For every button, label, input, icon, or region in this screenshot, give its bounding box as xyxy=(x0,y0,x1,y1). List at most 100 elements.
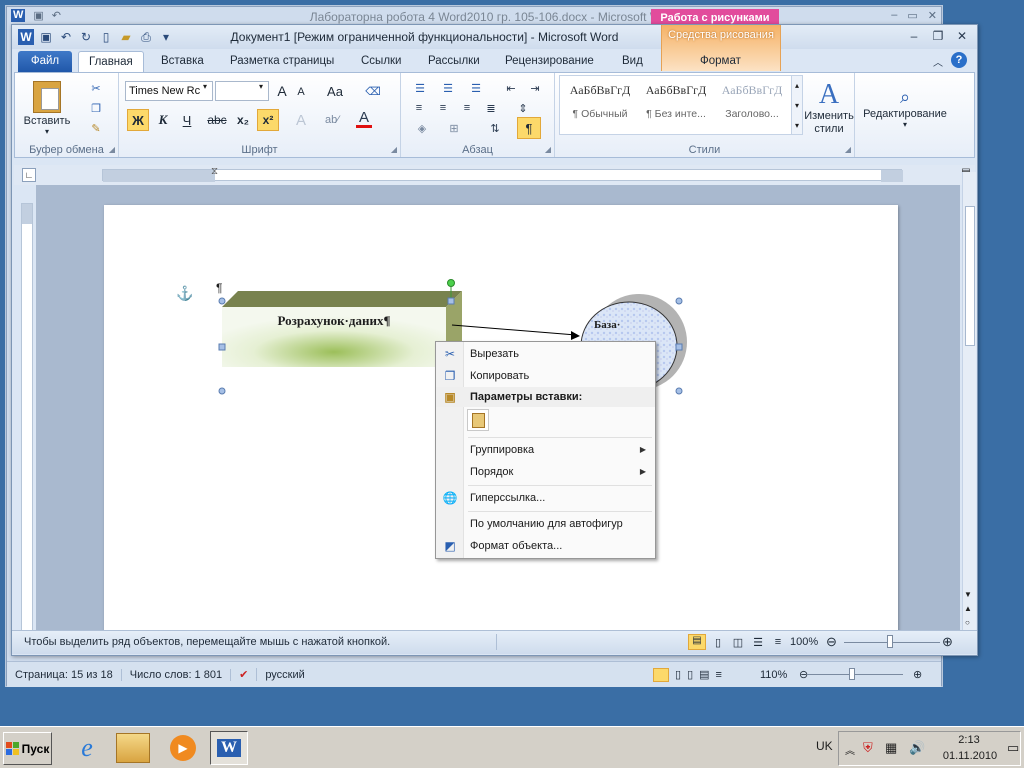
minimize-ribbon-icon[interactable]: ︿ xyxy=(933,54,943,69)
sort-icon[interactable]: ⇅ xyxy=(485,119,505,137)
subscript-button[interactable]: x₂ xyxy=(233,109,253,131)
zoom-in-icon[interactable]: ⊕ xyxy=(942,634,953,650)
menu-item-group[interactable]: Группировка ▶ xyxy=(436,440,655,460)
process-box-text[interactable]: Розрахунок·даних¶ xyxy=(222,313,446,329)
zoom-level[interactable]: 100% xyxy=(790,636,818,648)
connector-arrow[interactable] xyxy=(451,324,577,336)
style-heading[interactable]: АаБбВвГгД Заголово... xyxy=(715,77,789,131)
selection-handle[interactable] xyxy=(675,387,683,395)
menu-item-hyperlink[interactable]: 🌐 Гиперссылка... xyxy=(436,488,655,508)
style-normal[interactable]: АаБбВвГгД ¶ Обычный xyxy=(563,77,637,131)
tab-file[interactable]: Файл xyxy=(18,51,72,73)
tab-home[interactable]: Главная xyxy=(78,51,144,74)
word-taskbar-button[interactable]: W xyxy=(210,731,248,765)
font-name-box[interactable]: Times New Rc xyxy=(125,81,213,101)
vertical-ruler[interactable] xyxy=(21,203,33,635)
input-language[interactable]: UK xyxy=(816,739,833,753)
background-view-buttons[interactable]: ▯ ▯ ▤ ≡ xyxy=(653,667,722,682)
circle-text[interactable]: База· xyxy=(594,319,620,331)
scroll-down-icon[interactable]: ▼ xyxy=(964,590,972,599)
tab-view[interactable]: Вид xyxy=(612,51,653,73)
tab-page-layout[interactable]: Разметка страницы xyxy=(220,51,344,73)
dialog-launcher-icon[interactable]: ◢ xyxy=(109,145,115,154)
close-icon[interactable]: ✕ xyxy=(928,9,937,22)
background-zoom-level[interactable]: 110% xyxy=(752,669,795,681)
selection-handle[interactable] xyxy=(218,387,226,395)
format-painter-icon[interactable]: ✎ xyxy=(85,119,107,137)
start-button[interactable]: Пуск xyxy=(3,732,52,765)
explorer-folder-icon[interactable] xyxy=(116,733,150,763)
background-zoom-slider[interactable] xyxy=(807,674,903,675)
background-window-buttons[interactable]: – ▭ ✕ xyxy=(891,9,937,22)
paste-keep-source-button[interactable] xyxy=(467,409,489,431)
help-icon[interactable]: ? xyxy=(951,52,967,68)
internet-explorer-icon[interactable]: e xyxy=(70,731,104,765)
print-layout-icon[interactable]: ▤ xyxy=(688,634,706,650)
tab-format[interactable]: Формат xyxy=(690,51,751,73)
horizontal-ruler[interactable]: ⧖ xyxy=(102,166,903,182)
shading-icon[interactable]: ◈ xyxy=(409,119,435,137)
word-count[interactable]: Число слов: 1 801 xyxy=(122,668,232,681)
title-bar[interactable]: W ▣ ↶ ↻ ▯ ▰ ⎙ ▾ Документ1 [Режим огранич… xyxy=(12,25,977,49)
zoom-out-icon[interactable]: ⊖ xyxy=(826,634,837,650)
menu-item-set-default[interactable]: По умолчанию для автофигур xyxy=(436,514,655,534)
spellcheck-icon[interactable]: ✔ xyxy=(231,668,258,681)
decrease-indent-icon[interactable]: ⇤ xyxy=(501,79,521,97)
clock-time[interactable]: 2:13 xyxy=(939,734,999,746)
italic-button[interactable]: К xyxy=(153,109,173,131)
grow-font-icon[interactable]: A xyxy=(273,81,291,101)
dialog-launcher-icon[interactable]: ◢ xyxy=(391,145,397,154)
tab-selector[interactable]: ∟ xyxy=(22,168,36,182)
close-icon[interactable]: ✕ xyxy=(951,27,973,44)
tab-review[interactable]: Рецензирование xyxy=(495,51,604,73)
volume-icon[interactable]: 🔊 xyxy=(909,740,925,756)
zoom-in-icon[interactable]: ⊕ xyxy=(905,668,930,681)
styles-scroll[interactable]: ▴ ▾ ▾ xyxy=(791,75,803,135)
restore-icon[interactable]: ▭ xyxy=(907,9,917,22)
superscript-button[interactable]: x² xyxy=(257,109,279,131)
show-hidden-icons[interactable]: ︽ xyxy=(845,742,855,757)
scroll-thumb[interactable] xyxy=(965,206,975,346)
numbering-icon[interactable]: ☰ xyxy=(437,79,459,97)
font-color-button[interactable]: A xyxy=(351,107,377,131)
rotation-handle[interactable] xyxy=(447,279,455,287)
tab-references[interactable]: Ссылки xyxy=(351,51,412,73)
menu-item-format-object[interactable]: ◩ Формат объекта... xyxy=(436,536,655,556)
strikethrough-button[interactable]: abc xyxy=(203,109,231,131)
word-window[interactable]: W ▣ ↶ ↻ ▯ ▰ ⎙ ▾ Документ1 [Режим огранич… xyxy=(11,24,978,656)
indent-marker-icon[interactable]: ⧖ xyxy=(211,166,218,177)
browse-object-icon[interactable]: ○ xyxy=(965,618,970,627)
justify-icon[interactable]: ≣ xyxy=(481,99,501,117)
outline-icon[interactable]: ☰ xyxy=(750,636,766,649)
change-styles-button[interactable]: A Изменить стили xyxy=(804,77,854,139)
selection-handle[interactable] xyxy=(675,297,683,305)
editing-button[interactable]: ⌕ Редактирование ▾ xyxy=(859,77,951,139)
clock-date[interactable]: 01.11.2010 xyxy=(935,750,1005,762)
selection-handle[interactable] xyxy=(447,297,455,305)
prev-page-icon[interactable]: ▲ xyxy=(964,604,972,613)
zoom-slider-thumb[interactable] xyxy=(887,635,893,648)
font-name-dropdown-icon[interactable]: ▾ xyxy=(203,82,207,91)
selection-handle[interactable] xyxy=(675,343,683,351)
paste-button[interactable]: Вставить ▾ xyxy=(21,77,73,139)
increase-indent-icon[interactable]: ⇥ xyxy=(525,79,545,97)
dialog-launcher-icon[interactable]: ◢ xyxy=(845,145,851,154)
copy-icon[interactable]: ❐ xyxy=(85,99,107,117)
menu-item-copy[interactable]: ❐ Копировать xyxy=(436,366,655,386)
font-size-dropdown-icon[interactable]: ▾ xyxy=(259,82,263,91)
reading-view-icon[interactable]: ▯ xyxy=(710,636,726,649)
selection-handle[interactable] xyxy=(218,343,226,351)
style-no-spacing[interactable]: АаБбВвГгД ¶ Без инте... xyxy=(639,77,713,131)
line-spacing-icon[interactable]: ⇕ xyxy=(511,99,535,117)
bold-button[interactable]: Ж xyxy=(127,109,149,131)
media-player-icon[interactable]: ▶ xyxy=(170,735,196,761)
shrink-font-icon[interactable]: A xyxy=(293,83,309,101)
underline-button[interactable]: Ч xyxy=(177,109,197,131)
tab-insert[interactable]: Вставка xyxy=(151,51,214,73)
restore-icon[interactable]: ❐ xyxy=(927,27,949,44)
minimize-icon[interactable]: – xyxy=(903,27,925,44)
text-effects-icon[interactable]: A xyxy=(289,109,313,131)
draft-icon[interactable]: ≡ xyxy=(770,636,786,648)
menu-item-cut[interactable]: ✂ Вырезать xyxy=(436,344,655,364)
selection-handle[interactable] xyxy=(218,297,226,305)
